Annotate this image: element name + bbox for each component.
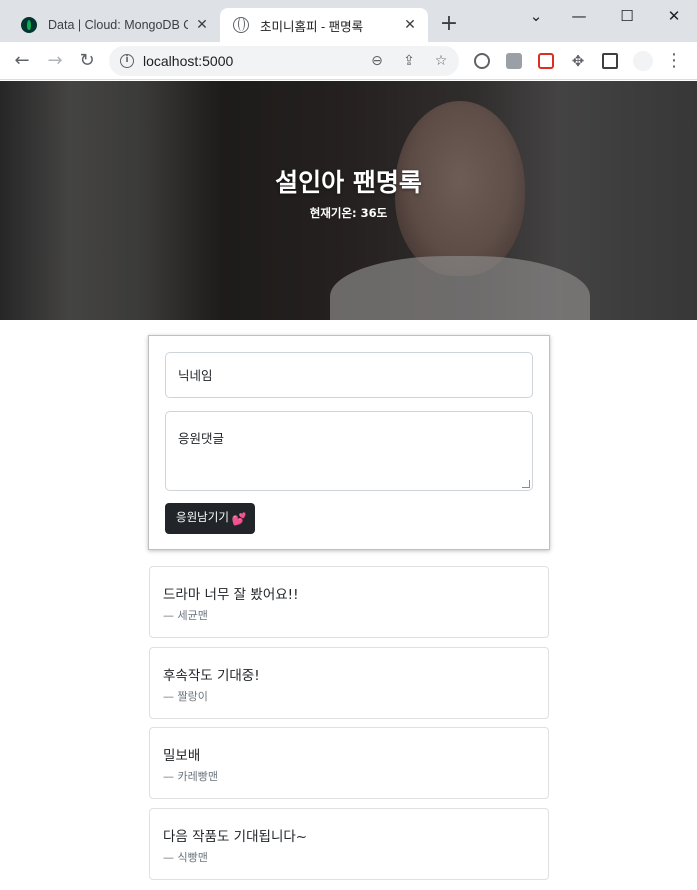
extension-profile-icon[interactable] — [506, 53, 522, 69]
comment-text: 드라마 너무 잘 봤어요!! — [163, 587, 299, 603]
side-panel-icon[interactable] — [602, 53, 618, 69]
menu-kebab-icon[interactable]: ⋮ — [662, 49, 686, 73]
bookmark-star-icon[interactable]: ☆ — [432, 52, 450, 70]
info-icon[interactable]: i — [120, 54, 134, 68]
guestbook-form: 닉네임 응원댓글 응원남기기 💕 — [148, 335, 550, 550]
url-text[interactable]: localhost:5000 — [143, 53, 233, 69]
share-icon[interactable]: ⇪ — [400, 52, 418, 70]
comment-placeholder: 응원댓글 — [178, 431, 225, 446]
new-tab-button[interactable]: + — [438, 13, 460, 36]
forward-icon[interactable]: → — [43, 49, 67, 73]
comment-card: 다음 작품도 기대됩니다~ — 식빵맨 — [149, 808, 549, 880]
maximize-button[interactable]: ☐ — [617, 6, 637, 26]
comment-text: 다음 작품도 기대됩니다~ — [163, 829, 308, 845]
reload-icon[interactable]: ↻ — [75, 49, 99, 73]
close-icon[interactable]: ✕ — [194, 17, 210, 33]
tab-title: 초미니홈피 - 팬명록 — [260, 19, 364, 34]
tab-search-button[interactable]: ⌄ — [526, 6, 546, 26]
extensions-puzzle-icon[interactable]: ✥ — [566, 49, 590, 73]
close-icon[interactable]: ✕ — [402, 17, 418, 33]
comment-author: — 짤랑이 — [163, 690, 208, 703]
close-window-button[interactable]: ✕ — [664, 6, 684, 26]
resize-handle[interactable] — [522, 480, 530, 488]
submit-cheer-button[interactable]: 응원남기기 💕 — [165, 503, 255, 534]
profile-avatar[interactable] — [633, 51, 653, 71]
comment-text: 밀보배 — [163, 748, 201, 764]
comment-text: 후속작도 기대중! — [163, 668, 260, 684]
browser-toolbar: ← → ↻ i localhost:5000 ⊖ ⇪ ☆ ✥ ⋮ — [0, 42, 697, 80]
back-icon[interactable]: ← — [10, 49, 34, 73]
address-bar[interactable]: i localhost:5000 ⊖ ⇪ ☆ — [109, 46, 459, 76]
comment-author: — 카레빵맨 — [163, 770, 218, 783]
mongodb-leaf-icon — [21, 17, 37, 33]
tab-title: Data | Cloud: MongoDB Cl — [48, 18, 188, 32]
comment-textarea[interactable]: 응원댓글 — [165, 411, 533, 491]
zoom-icon[interactable]: ⊖ — [368, 52, 386, 70]
comment-card: 후속작도 기대중! — 짤랑이 — [149, 647, 549, 719]
temperature-label: 현재기온: 36도 — [309, 206, 388, 220]
hero-banner — [0, 81, 697, 320]
tab-guestbook[interactable]: 초미니홈피 - 팬명록 ✕ — [220, 8, 428, 42]
browser-tabstrip: Data | Cloud: MongoDB Cl ✕ 초미니홈피 - 팬명록 ✕… — [0, 0, 697, 42]
nickname-input[interactable]: 닉네임 — [165, 352, 533, 398]
extension-refresh-icon[interactable] — [474, 53, 490, 69]
comment-author: — 식빵맨 — [163, 851, 208, 864]
comment-card: 밀보배 — 카레빵맨 — [149, 727, 549, 799]
comment-author: — 세균맨 — [163, 609, 208, 622]
submit-label: 응원남기기 — [176, 512, 229, 524]
hero-overlay — [0, 81, 697, 320]
heart-icon: 💕 — [231, 511, 247, 526]
page-title: 설인아 팬명록 — [275, 168, 422, 197]
minimize-button[interactable]: — — [569, 6, 589, 26]
extension-play-icon[interactable] — [538, 53, 554, 69]
tab-mongodb[interactable]: Data | Cloud: MongoDB Cl ✕ — [8, 8, 220, 42]
globe-icon — [233, 17, 249, 33]
comment-card: 드라마 너무 잘 봤어요!! — 세균맨 — [149, 566, 549, 638]
